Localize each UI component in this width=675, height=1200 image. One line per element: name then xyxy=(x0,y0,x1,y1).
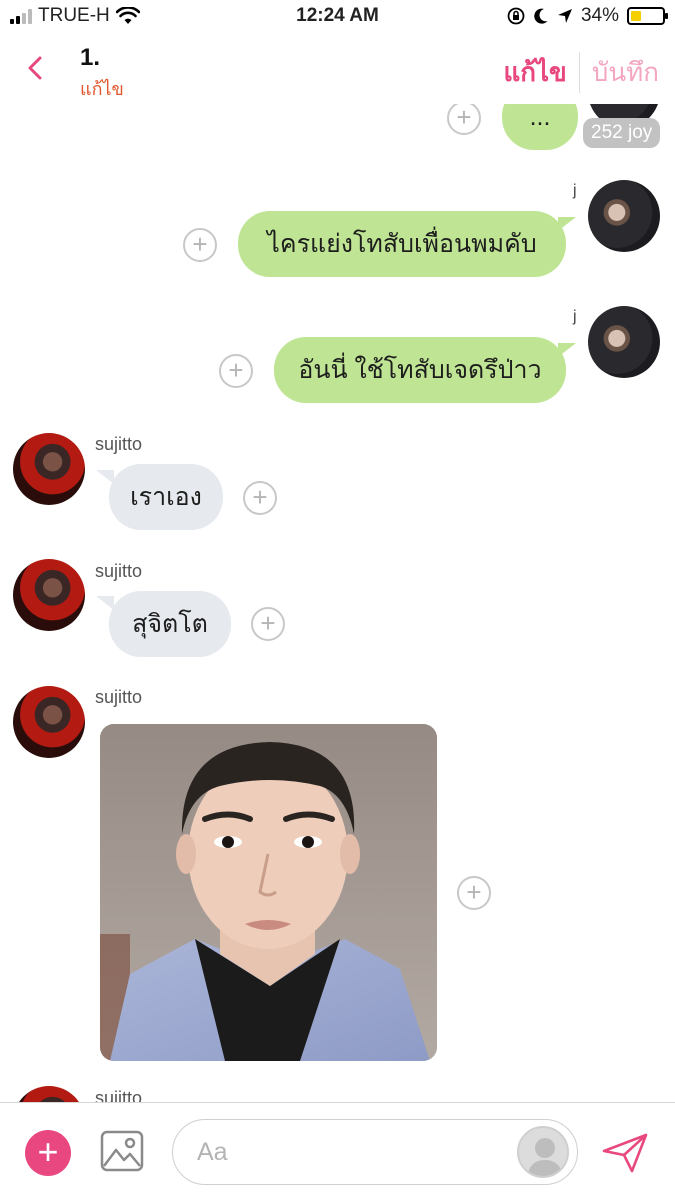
add-button[interactable]: + xyxy=(25,1130,71,1176)
message-text: ... xyxy=(529,104,551,131)
message-bubble[interactable]: เราเอง xyxy=(109,464,223,530)
back-arrow-icon[interactable] xyxy=(20,48,52,88)
avatar[interactable] xyxy=(13,686,85,758)
add-reaction-icon[interactable]: + xyxy=(219,354,253,388)
message-text: สุจิตโต xyxy=(132,610,208,638)
message-input[interactable] xyxy=(197,1134,497,1170)
avatar[interactable] xyxy=(588,180,660,252)
status-right: 34% xyxy=(507,5,668,27)
add-reaction-icon[interactable]: + xyxy=(457,876,491,910)
message-text: ไครแย่งโทสับเพื่อนพมคับ xyxy=(267,230,537,258)
portrait-photo xyxy=(100,724,437,1061)
sender-name: sujitto xyxy=(95,687,143,707)
header-actions: แก้ไข บันทึก xyxy=(503,52,659,93)
title-block: 1. แก้ไข xyxy=(80,44,124,103)
add-reaction-icon[interactable]: + xyxy=(447,104,481,135)
chat-thread[interactable]: + ... 252 joy j + ไครแย่งโทสับเพื่อนพมคั… xyxy=(0,104,675,1102)
chat-title: 1. xyxy=(80,44,101,71)
add-reaction-icon[interactable]: + xyxy=(251,607,285,641)
location-icon xyxy=(557,9,572,23)
bubble-tail xyxy=(558,343,576,357)
chat-subtitle: แก้ไข xyxy=(80,79,124,99)
add-reaction-icon[interactable]: + xyxy=(183,228,217,262)
avatar[interactable] xyxy=(13,559,85,631)
sender-name: sujitto xyxy=(95,434,143,454)
message-bubble[interactable]: ... xyxy=(502,104,578,150)
composer-bar: + xyxy=(0,1102,675,1200)
save-button[interactable]: บันทึก xyxy=(578,52,659,93)
add-reaction-icon[interactable]: + xyxy=(243,481,277,515)
avatar[interactable] xyxy=(13,433,85,505)
message-bubble[interactable]: ไครแย่งโทสับเพื่อนพมคับ xyxy=(238,211,566,277)
sender-name: j xyxy=(573,308,577,325)
message-bubble[interactable]: อันนี่ ใช้โทสับเจดรึป่าว xyxy=(274,337,566,403)
send-icon[interactable] xyxy=(600,1131,650,1175)
count-badge: 252 joy xyxy=(583,118,661,148)
character-avatar-button[interactable] xyxy=(517,1126,569,1178)
battery-percent: 34% xyxy=(580,5,619,26)
edit-button[interactable]: แก้ไข xyxy=(503,52,578,93)
avatar[interactable] xyxy=(13,1086,85,1102)
bubble-tail xyxy=(558,217,576,231)
orientation-lock-icon xyxy=(507,7,525,25)
message-input-wrapper[interactable] xyxy=(172,1119,578,1185)
message-text: เราเอง xyxy=(130,483,202,511)
user-silhouette-icon xyxy=(527,1138,563,1176)
moon-icon xyxy=(534,8,548,24)
sender-name: j xyxy=(573,182,577,199)
sender-name: sujitto xyxy=(95,1088,143,1102)
image-icon[interactable] xyxy=(100,1130,144,1172)
avatar[interactable] xyxy=(588,306,660,378)
photo-message[interactable] xyxy=(100,724,437,1061)
status-bar: TRUE-H 12:24 AM 34% xyxy=(0,0,675,34)
message-text: อันนี่ ใช้โทสับเจดรึป่าว xyxy=(298,356,542,384)
chat-header: 1. แก้ไข แก้ไข บันทึก xyxy=(0,34,675,104)
battery-icon xyxy=(627,7,668,25)
sender-name: sujitto xyxy=(95,561,143,581)
message-bubble[interactable]: สุจิตโต xyxy=(109,591,231,657)
